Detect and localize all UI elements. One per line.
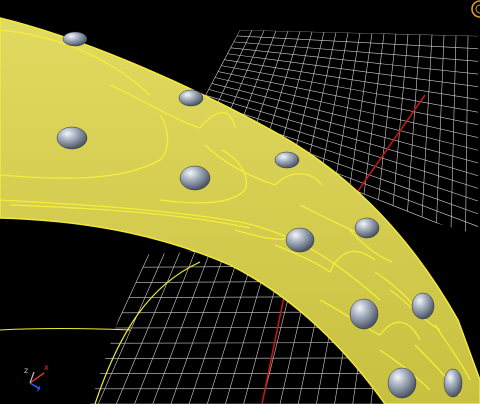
gem-stone[interactable] [354, 217, 380, 239]
axis-triad: x z y [24, 363, 49, 392]
ring-inner-edge [0, 328, 131, 331]
gem-stone[interactable] [62, 31, 88, 47]
gem-stone[interactable] [274, 151, 300, 169]
x-axis-label: x [44, 363, 49, 372]
gem-stone[interactable] [285, 227, 315, 253]
z-axis-label: z [24, 366, 28, 375]
gem-stone[interactable] [411, 292, 435, 320]
ring-inner-curve [94, 261, 201, 404]
gem-stone[interactable] [443, 368, 463, 398]
viewport-canvas[interactable]: x z y [0, 0, 480, 404]
gem-stone[interactable] [179, 165, 211, 191]
grid-line [224, 59, 478, 101]
grid-line [221, 65, 478, 113]
3d-viewport[interactable]: x z y [0, 0, 480, 404]
gem-stone[interactable] [178, 89, 204, 107]
gem-stone[interactable] [56, 126, 88, 150]
grid-line [239, 30, 478, 37]
grid-line [218, 71, 478, 126]
gem-stone[interactable] [387, 367, 417, 399]
gem-stone[interactable] [349, 298, 379, 330]
y-axis-label: y [36, 383, 41, 392]
view-cube-icon[interactable] [471, 0, 480, 18]
